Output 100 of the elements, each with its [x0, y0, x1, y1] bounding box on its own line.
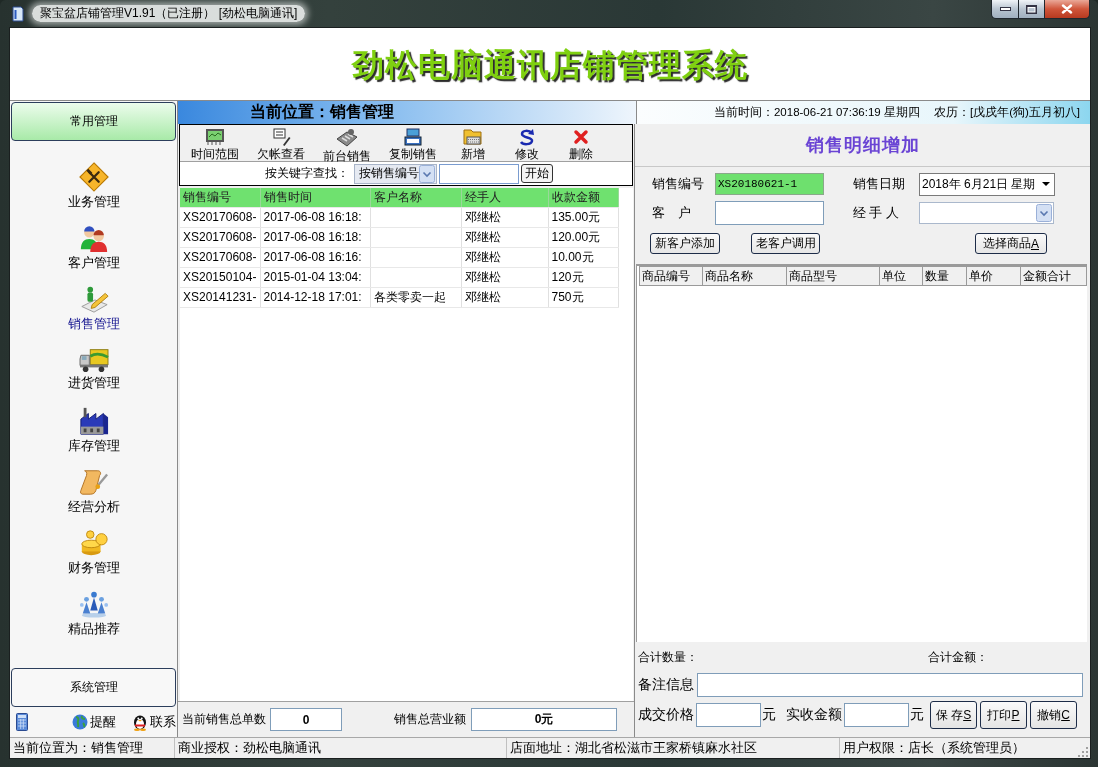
- caret-down-icon: [1042, 182, 1050, 186]
- sidebar-item[interactable]: 进货管理: [58, 345, 129, 394]
- table-cell: 120.00元: [548, 227, 618, 247]
- column-header: 商品编号: [639, 266, 703, 286]
- sidebar-item[interactable]: 业务管理: [58, 162, 129, 211]
- close-icon: [1061, 4, 1073, 14]
- table-cell: XS20170608-: [180, 227, 260, 247]
- deal-price-field[interactable]: [696, 703, 761, 727]
- select-goods-button[interactable]: 选择商品A: [975, 233, 1047, 254]
- unit-label: 元: [762, 706, 776, 724]
- window-pencil-icon: [271, 128, 291, 146]
- table-cell: 750元: [548, 287, 618, 307]
- table-cell: 邓继松: [461, 207, 548, 227]
- remark-field[interactable]: [697, 673, 1083, 697]
- book-icon[interactable]: [12, 6, 24, 22]
- calculator-icon[interactable]: [16, 713, 28, 731]
- chevron-down-icon: [1036, 204, 1052, 222]
- footer-link[interactable]: 联系: [132, 713, 176, 731]
- add-customer-button[interactable]: 新客户添加: [650, 233, 720, 254]
- toolbar-button[interactable]: 前台销售: [317, 128, 377, 161]
- field-label: 客 户: [652, 204, 692, 222]
- tools-sign-icon: [78, 162, 109, 192]
- sidebar-item[interactable]: 客户管理: [58, 223, 129, 272]
- search-label: 按关键字查找：: [265, 165, 349, 182]
- column-header: 客户名称: [370, 188, 461, 207]
- sidebar-item[interactable]: 库存管理: [58, 406, 129, 455]
- field-label: 销售日期: [853, 175, 906, 193]
- chevron-down-icon: [419, 164, 435, 183]
- field-label: 经 手 人: [853, 204, 900, 222]
- section-button[interactable]: 系统管理: [11, 668, 176, 707]
- handler-dropdown[interactable]: [919, 202, 1054, 224]
- people-icon: [78, 223, 109, 253]
- table-cell: 2015-01-04 13:04:: [260, 267, 370, 287]
- table-cell: 邓继松: [461, 227, 548, 247]
- table-cell: XS20150104-: [180, 267, 260, 287]
- sale-number-field[interactable]: XS20180621-1: [715, 173, 824, 195]
- recall-customer-button[interactable]: 老客户调用: [751, 233, 820, 254]
- maximize-button[interactable]: [1018, 0, 1044, 19]
- received-amount-field[interactable]: [844, 703, 909, 727]
- current-time: 当前时间：2018-06-21 07:36:19 星期四: [713, 105, 920, 120]
- remark-label: 备注信息: [638, 676, 694, 694]
- close-button[interactable]: [1044, 0, 1090, 19]
- column-header: 单价: [966, 266, 1021, 286]
- table-cell: 邓继松: [461, 287, 548, 307]
- minimize-icon: [999, 7, 1011, 11]
- received-amount-label: 实收金额: [786, 706, 842, 724]
- toolbar-button[interactable]: 修改: [503, 128, 551, 161]
- save-button[interactable]: 保 存S: [930, 701, 977, 729]
- chart-screen-icon: [205, 128, 225, 146]
- status-text: 店面地址：湖北省松滋市王家桥镇麻水社区: [510, 739, 757, 757]
- table-cell: 邓继松: [461, 267, 548, 287]
- table-cell: 120元: [548, 267, 618, 287]
- column-header: 商品型号: [786, 266, 880, 286]
- column-header: 单位: [879, 266, 923, 286]
- section-button[interactable]: 常用管理: [11, 102, 176, 141]
- toolbar-button[interactable]: 欠帐查看: [251, 128, 311, 161]
- stacked-windows-icon: [403, 128, 423, 146]
- maximize-icon: [1026, 4, 1037, 14]
- column-header: 数量: [922, 266, 967, 286]
- start-button[interactable]: 开始: [521, 164, 553, 183]
- folder-keyboard-icon: [463, 128, 483, 146]
- scroll-pen-icon: [78, 467, 109, 497]
- table-cell: XS20170608-: [180, 207, 260, 227]
- resize-grip-icon[interactable]: [1078, 747, 1088, 757]
- toolbar-button[interactable]: 时间范围: [185, 128, 245, 161]
- total-amount-value: 0元: [471, 708, 617, 731]
- window-title: 聚宝盆店铺管理V1.91（已注册） [劲松电脑通讯]: [32, 5, 306, 22]
- status-text: 用户权限：店长（系统管理员）: [843, 739, 1025, 757]
- table-cell: 135.00元: [548, 207, 618, 227]
- column-header: 经手人: [461, 188, 548, 207]
- toolbar-button[interactable]: 复制销售: [383, 128, 443, 161]
- search-mode-dropdown[interactable]: 按销售编号: [354, 163, 437, 184]
- table-cell: XS20141231-: [180, 287, 260, 307]
- sale-date-picker[interactable]: 2018年 6月21日 星期: [919, 172, 1055, 196]
- s-arrow-icon: [517, 128, 537, 146]
- minimize-button[interactable]: [991, 0, 1018, 19]
- total-count-label: 当前销售总单数: [182, 711, 266, 728]
- cancel-button[interactable]: 撤销C: [1030, 701, 1077, 729]
- lunar-date: 农历：[戊戌年(狗)五月初八]: [933, 105, 1080, 120]
- search-field[interactable]: [439, 163, 519, 184]
- factory-icon: [78, 406, 109, 436]
- footer-link[interactable]: 提醒: [72, 713, 116, 731]
- notepad-pencil-icon: [78, 284, 109, 314]
- status-text: 当前位置为：销售管理: [13, 739, 143, 757]
- column-header: 销售编号: [180, 188, 260, 207]
- table-cell: 10.00元: [548, 247, 618, 267]
- table-cell: 2017-06-08 16:18:: [260, 207, 370, 227]
- sidebar-item[interactable]: 经营分析: [58, 467, 129, 516]
- customer-field[interactable]: [715, 201, 824, 225]
- sidebar-item[interactable]: 精品推荐: [58, 589, 129, 638]
- sidebar-item[interactable]: 销售管理: [58, 284, 129, 333]
- toolbar-button[interactable]: 新增: [449, 128, 497, 161]
- total-amount-label: 销售总营业额: [394, 711, 466, 728]
- total-amount-label: 合计金额：: [928, 648, 988, 666]
- toolbar-button[interactable]: 删除: [557, 128, 605, 161]
- penguin-icon: [132, 713, 148, 731]
- location-title: 当前位置：销售管理: [250, 102, 394, 122]
- table-cell: 2014-12-18 17:01:: [260, 287, 370, 307]
- sidebar-item[interactable]: 财务管理: [58, 528, 129, 577]
- print-button[interactable]: 打印P: [980, 701, 1027, 729]
